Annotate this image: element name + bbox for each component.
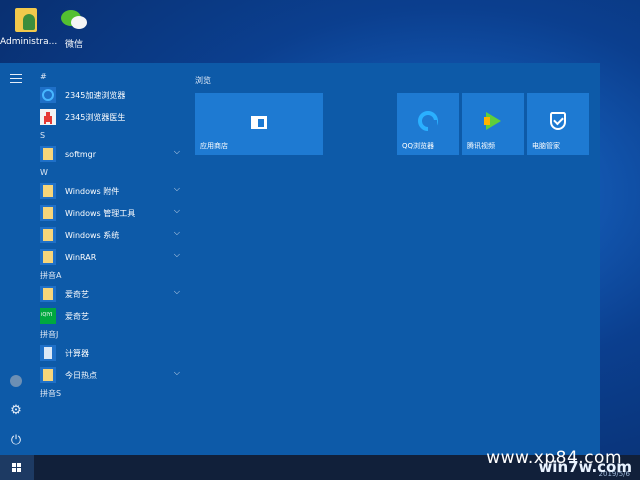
tile-qq-browser[interactable]: QQ浏览器 (397, 93, 459, 155)
app-windows-admin-tools[interactable]: Windows 管理工具 ⌵ (32, 202, 184, 224)
app-label: Windows 附件 (65, 186, 120, 196)
tile-app-store[interactable]: 应用商店 (195, 93, 323, 155)
chevron-down-icon: ⌵ (173, 287, 180, 296)
qq-browser-icon (418, 111, 438, 131)
tile-label: QQ浏览器 (402, 142, 435, 150)
tile-pc-manager[interactable]: 电脑管家 (527, 93, 589, 155)
folder-icon (40, 183, 56, 199)
chevron-down-icon: ⌵ (173, 228, 180, 237)
tencent-video-icon (483, 111, 503, 131)
chevron-down-icon: ⌵ (173, 368, 180, 377)
folder-icon (40, 286, 56, 302)
chevron-down-icon: ⌵ (173, 250, 180, 259)
tile-label: 腾讯视频 (467, 142, 495, 150)
app-label: 今日热点 (65, 370, 97, 380)
app-label: 爱奇艺 (65, 289, 89, 299)
app-2345-browser-doctor[interactable]: 2345浏览器医生 (32, 106, 184, 128)
browser-2345-icon (40, 87, 56, 103)
tile-tencent-video[interactable]: 腾讯视频 (462, 93, 524, 155)
folder-icon (40, 227, 56, 243)
group-header-hash[interactable]: # (40, 69, 184, 84)
store-icon (249, 111, 269, 131)
gear-icon[interactable]: ⚙ (8, 403, 24, 419)
app-2345-browser[interactable]: 2345加速浏览器 (32, 84, 184, 106)
desktop-icon-administrator[interactable]: Administra... (0, 6, 58, 47)
app-softmgr[interactable]: softmgr ⌵ (32, 143, 184, 165)
start-rail: ⚙ ⏻ (0, 63, 32, 455)
app-label: WinRAR (65, 252, 97, 262)
group-header-pinyin-j[interactable]: 拼音J (40, 327, 184, 342)
desktop-icon-label: 微信 (64, 40, 83, 50)
app-label: Windows 系统 (65, 230, 120, 240)
tile-group-title: 浏览 (195, 76, 211, 85)
app-label: 爱奇艺 (65, 311, 89, 321)
app-label: 计算器 (65, 348, 89, 358)
app-label: softmgr (65, 149, 97, 159)
app-iqiyi-folder[interactable]: 爱奇艺 ⌵ (32, 283, 184, 305)
folder-icon (40, 249, 56, 265)
desktop-icon-wechat[interactable]: 微信 (48, 6, 100, 50)
group-header-w[interactable]: W (40, 165, 184, 180)
shield-check-icon (548, 111, 568, 131)
folder-icon (40, 146, 56, 162)
app-label: 2345浏览器医生 (65, 112, 126, 122)
app-winrar[interactable]: WinRAR ⌵ (32, 246, 184, 268)
chevron-down-icon: ⌵ (173, 147, 180, 156)
start-menu: ⚙ ⏻ # 2345加速浏览器 2345浏览器医生 S softmgr ⌵ W … (0, 63, 600, 455)
tile-label: 电脑管家 (532, 142, 560, 150)
watermark-win7w: win7w.com (538, 458, 632, 476)
wechat-icon (59, 6, 89, 34)
power-icon[interactable]: ⏻ (8, 433, 24, 449)
tile-label: 应用商店 (200, 142, 228, 150)
app-windows-system[interactable]: Windows 系统 ⌵ (32, 224, 184, 246)
browser-doctor-icon (40, 109, 56, 125)
folder-icon (40, 367, 56, 383)
windows-start-icon[interactable] (0, 455, 34, 480)
group-header-s[interactable]: S (40, 128, 184, 143)
chevron-down-icon: ⌵ (173, 206, 180, 215)
desktop-icon-label: Administra... (0, 37, 58, 47)
chevron-down-icon: ⌵ (173, 184, 180, 193)
app-label: 2345加速浏览器 (65, 90, 126, 100)
app-today-hot[interactable]: 今日热点 ⌵ (32, 364, 184, 386)
app-windows-accessories[interactable]: Windows 附件 ⌵ (32, 180, 184, 202)
tiles-area: 浏览 应用商店 QQ浏览器 腾讯视频 电脑管家 (184, 63, 600, 455)
app-label: Windows 管理工具 (65, 208, 136, 218)
calculator-icon (40, 345, 56, 361)
group-header-pinyin-s[interactable]: 拼音S (40, 386, 184, 401)
hamburger-menu-icon[interactable] (8, 71, 24, 87)
app-calculator[interactable]: 计算器 (32, 342, 184, 364)
group-header-pinyin-a[interactable]: 拼音A (40, 268, 184, 283)
iqiyi-icon (40, 308, 56, 324)
user-folder-icon (11, 6, 41, 34)
user-icon[interactable] (8, 373, 24, 389)
app-list: # 2345加速浏览器 2345浏览器医生 S softmgr ⌵ W Wind… (32, 63, 184, 455)
app-iqiyi[interactable]: 爱奇艺 (32, 305, 184, 327)
folder-icon (40, 205, 56, 221)
